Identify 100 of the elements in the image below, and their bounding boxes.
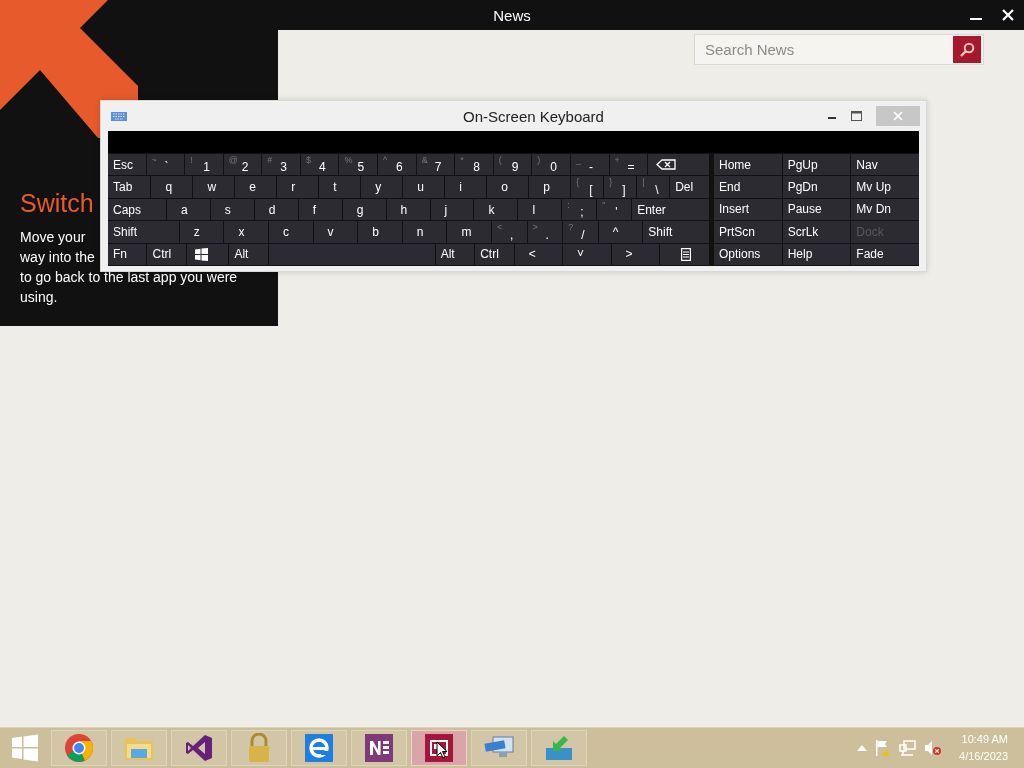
- windows-key[interactable]: [186, 243, 229, 266]
- keyboard-key[interactable]: Mv Up: [851, 176, 919, 198]
- keyboard-key[interactable]: ^ 6: [378, 154, 416, 176]
- keyboard-key[interactable]: End: [714, 176, 782, 198]
- keyboard-key[interactable]: i: [445, 176, 487, 198]
- mouse-cursor-icon: [436, 741, 448, 759]
- keyboard-key[interactable]: Shift: [643, 221, 709, 243]
- keyboard-key[interactable]: <: [514, 243, 563, 266]
- keyboard-key[interactable]: ScrLk: [782, 221, 851, 243]
- keyboard-key[interactable]: u: [403, 176, 445, 198]
- keyboard-key[interactable]: PgUp: [782, 154, 851, 176]
- keyboard-key[interactable]: $ 4: [300, 154, 339, 176]
- keyboard-key[interactable]: > .: [527, 221, 563, 243]
- e-logo-icon: [305, 734, 333, 762]
- tip-text-line: Move your: [20, 228, 86, 247]
- keyboard-key[interactable]: Ctrl: [147, 243, 186, 266]
- keyboard-key[interactable]: _ -: [570, 154, 609, 176]
- keyboard-key[interactable]: ) 0: [532, 154, 570, 176]
- notebook-logo-icon: [365, 734, 393, 762]
- tip-title: Switch: [20, 188, 94, 219]
- keyboard-key[interactable]: b: [358, 221, 402, 243]
- search-button[interactable]: [953, 36, 981, 63]
- keyboard-key[interactable]: a: [166, 198, 210, 221]
- keyboard-key[interactable]: l: [518, 198, 562, 221]
- keyboard-key[interactable]: ^: [598, 221, 643, 243]
- keyboard-key[interactable]: k: [474, 198, 518, 221]
- tip-text-line: using.: [20, 288, 58, 307]
- keyboard-key[interactable]: Nav: [851, 154, 919, 176]
- keyboard-key[interactable]: % 5: [339, 154, 378, 176]
- keyboard-key[interactable]: Tab: [108, 176, 151, 198]
- keyboard-key[interactable]: s: [210, 198, 254, 221]
- keyboard-key[interactable]: + =: [609, 154, 648, 176]
- keyboard-key[interactable]: t: [319, 176, 361, 198]
- keyboard-key[interactable]: Enter: [632, 198, 709, 221]
- keyboard-key[interactable]: Help: [782, 243, 851, 265]
- keyboard-key[interactable]: f: [298, 198, 342, 221]
- keyboard-key[interactable]: Alt: [229, 243, 268, 266]
- maximize-icon[interactable]: [851, 111, 862, 121]
- keyboard-key[interactable]: o: [487, 176, 529, 198]
- keyboard-key[interactable]: * 8: [455, 154, 493, 176]
- keyboard-key[interactable]: r: [277, 176, 319, 198]
- app-title: News: [493, 6, 531, 24]
- speaker-muted-icon[interactable]: [924, 739, 943, 757]
- keyboard-key[interactable]: Fn: [108, 243, 147, 266]
- keyboard-key[interactable]: Caps: [108, 198, 166, 221]
- keyboard-key[interactable]: } ]: [604, 176, 637, 198]
- keyboard-key[interactable]: p: [529, 176, 571, 198]
- taskbar-button[interactable]: [411, 730, 467, 766]
- backspace-key[interactable]: [648, 154, 709, 176]
- keyboard-key[interactable]: { [: [571, 176, 604, 198]
- close-icon[interactable]: [1002, 9, 1014, 21]
- keyboard-key[interactable]: h: [386, 198, 430, 221]
- keyboard-key[interactable]: e: [235, 176, 277, 198]
- keyboard-key[interactable]: Mv Dn: [851, 198, 919, 221]
- keyboard-key[interactable]: ? /: [563, 221, 598, 243]
- keyboard-key[interactable]: w: [193, 176, 235, 198]
- keyboard-key[interactable]: Pause: [782, 198, 851, 221]
- keyboard-key[interactable]: PgDn: [782, 176, 851, 198]
- keyboard-key[interactable]: ~ `: [146, 154, 185, 176]
- keyboard-key[interactable]: c: [269, 221, 313, 243]
- keyboard-key[interactable]: g: [342, 198, 386, 221]
- tip-text-line: way into the: [20, 248, 95, 267]
- keyboard-key[interactable]: Options: [714, 243, 782, 265]
- keyboard-key[interactable]: x: [224, 221, 268, 243]
- menu-key[interactable]: [660, 243, 709, 266]
- search-field[interactable]: Search News: [694, 34, 984, 65]
- search-input[interactable]: Search News: [695, 41, 953, 58]
- padlock-icon: [247, 733, 271, 763]
- keyboard-key[interactable]: Insert: [714, 198, 782, 221]
- keyboard-key[interactable]: Ctrl: [475, 243, 514, 266]
- keyboard-key[interactable]: q: [151, 176, 193, 198]
- keyboard-key[interactable]: : ;: [562, 198, 597, 221]
- keyboard-key[interactable]: y: [361, 176, 403, 198]
- keyboard-key[interactable]: Shift: [108, 221, 179, 243]
- keyboard-key[interactable]: Fade: [851, 243, 919, 265]
- keyboard-key[interactable]: j: [430, 198, 474, 221]
- keyboard-key[interactable]: ! 1: [185, 154, 223, 176]
- tip-text-line: to go back to the last app you were: [20, 268, 238, 287]
- keyboard-key[interactable]: Home: [714, 154, 782, 176]
- keyboard-key[interactable]: < ,: [492, 221, 527, 243]
- keyboard-key[interactable]: & 7: [416, 154, 455, 176]
- keyboard-icon: [111, 111, 127, 121]
- keyboard-key[interactable]: | \: [637, 176, 670, 198]
- keyboard-key[interactable]: ( 9: [493, 154, 532, 176]
- keyboard-key[interactable]: Esc: [108, 154, 146, 176]
- keyboard-key[interactable]: n: [402, 221, 447, 243]
- keyboard-key[interactable]: Del: [670, 176, 710, 198]
- keyboard-key[interactable]: v: [313, 221, 358, 243]
- keyboard-key[interactable]: m: [447, 221, 491, 243]
- infinity-logo-icon: [184, 733, 214, 763]
- keyboard-key[interactable]: Alt: [435, 243, 475, 266]
- keyboard-key[interactable]: " ': [597, 198, 632, 221]
- keyboard-key[interactable]: @ 2: [223, 154, 262, 176]
- keyboard-key[interactable]: d: [254, 198, 298, 221]
- keyboard-key[interactable]: PrtScn: [714, 221, 782, 243]
- keyboard-key[interactable]: # 3: [262, 154, 300, 176]
- keyboard-key[interactable]: ˅: [563, 243, 611, 266]
- keyboard-key[interactable]: z: [179, 221, 224, 243]
- windows-logo-icon: [194, 247, 208, 261]
- keyboard-key[interactable]: >: [611, 243, 660, 266]
